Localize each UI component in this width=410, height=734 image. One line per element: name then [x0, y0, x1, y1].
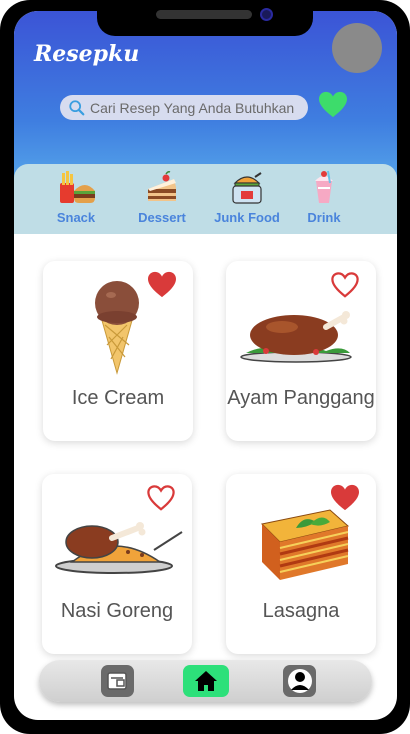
avatar[interactable] [332, 23, 382, 73]
nav-profile-button[interactable] [283, 665, 316, 697]
heart-outline-icon[interactable] [330, 271, 360, 299]
nav-news-button[interactable] [101, 665, 134, 697]
recipe-card-lasagna[interactable]: Lasagna [226, 474, 376, 654]
category-label: Junk Food [214, 210, 280, 225]
recipe-title: Nasi Goreng [60, 600, 174, 622]
header: Resepku Cari Resep Yang Anda Butuhkan Sn… [14, 11, 397, 234]
heart-outline-icon[interactable] [146, 484, 176, 512]
category-bar: Snack Dessert Junk Food Drink [14, 164, 397, 234]
heart-filled-icon[interactable] [147, 271, 177, 299]
recipe-card-nasi-goreng[interactable]: Nasi Goreng [42, 474, 192, 654]
news-icon [106, 672, 127, 690]
phone-frame: Resepku Cari Resep Yang Anda Butuhkan Sn… [0, 0, 410, 734]
app-title: Resepku [34, 41, 140, 67]
front-camera [260, 8, 273, 21]
recipe-title: Lasagna [262, 600, 340, 622]
category-dessert[interactable]: Dessert [122, 169, 202, 225]
recipe-title: Ice Cream [71, 387, 165, 409]
cake-slice-icon [148, 171, 176, 201]
junk-food-icon [232, 172, 262, 204]
category-label: Dessert [138, 210, 186, 225]
heart-filled-icon[interactable] [330, 484, 360, 512]
home-icon [195, 671, 217, 691]
category-label: Drink [307, 210, 341, 225]
phone-notch [97, 0, 313, 36]
app-screen: Resepku Cari Resep Yang Anda Butuhkan Sn… [14, 11, 397, 720]
search-bar[interactable] [60, 95, 308, 120]
recipe-card-ice-cream[interactable]: Ice Cream [43, 261, 193, 441]
milkshake-icon [315, 170, 333, 203]
recipe-title: Ayam Panggang [227, 387, 375, 409]
profile-icon [287, 669, 312, 693]
nav-home-button[interactable] [183, 665, 229, 697]
fries-burger-icon [60, 171, 95, 203]
bottom-navigation [39, 660, 372, 702]
category-snack[interactable]: Snack [36, 169, 116, 225]
speaker-grille [156, 10, 252, 19]
category-label: Snack [56, 210, 96, 225]
favorite-heart-icon[interactable] [318, 91, 348, 119]
search-icon [69, 99, 85, 115]
recipe-card-ayam-panggang[interactable]: Ayam Panggang [226, 261, 376, 441]
category-drink[interactable]: Drink [284, 169, 364, 225]
search-input[interactable] [90, 99, 305, 116]
category-junk-food[interactable]: Junk Food [207, 169, 287, 225]
